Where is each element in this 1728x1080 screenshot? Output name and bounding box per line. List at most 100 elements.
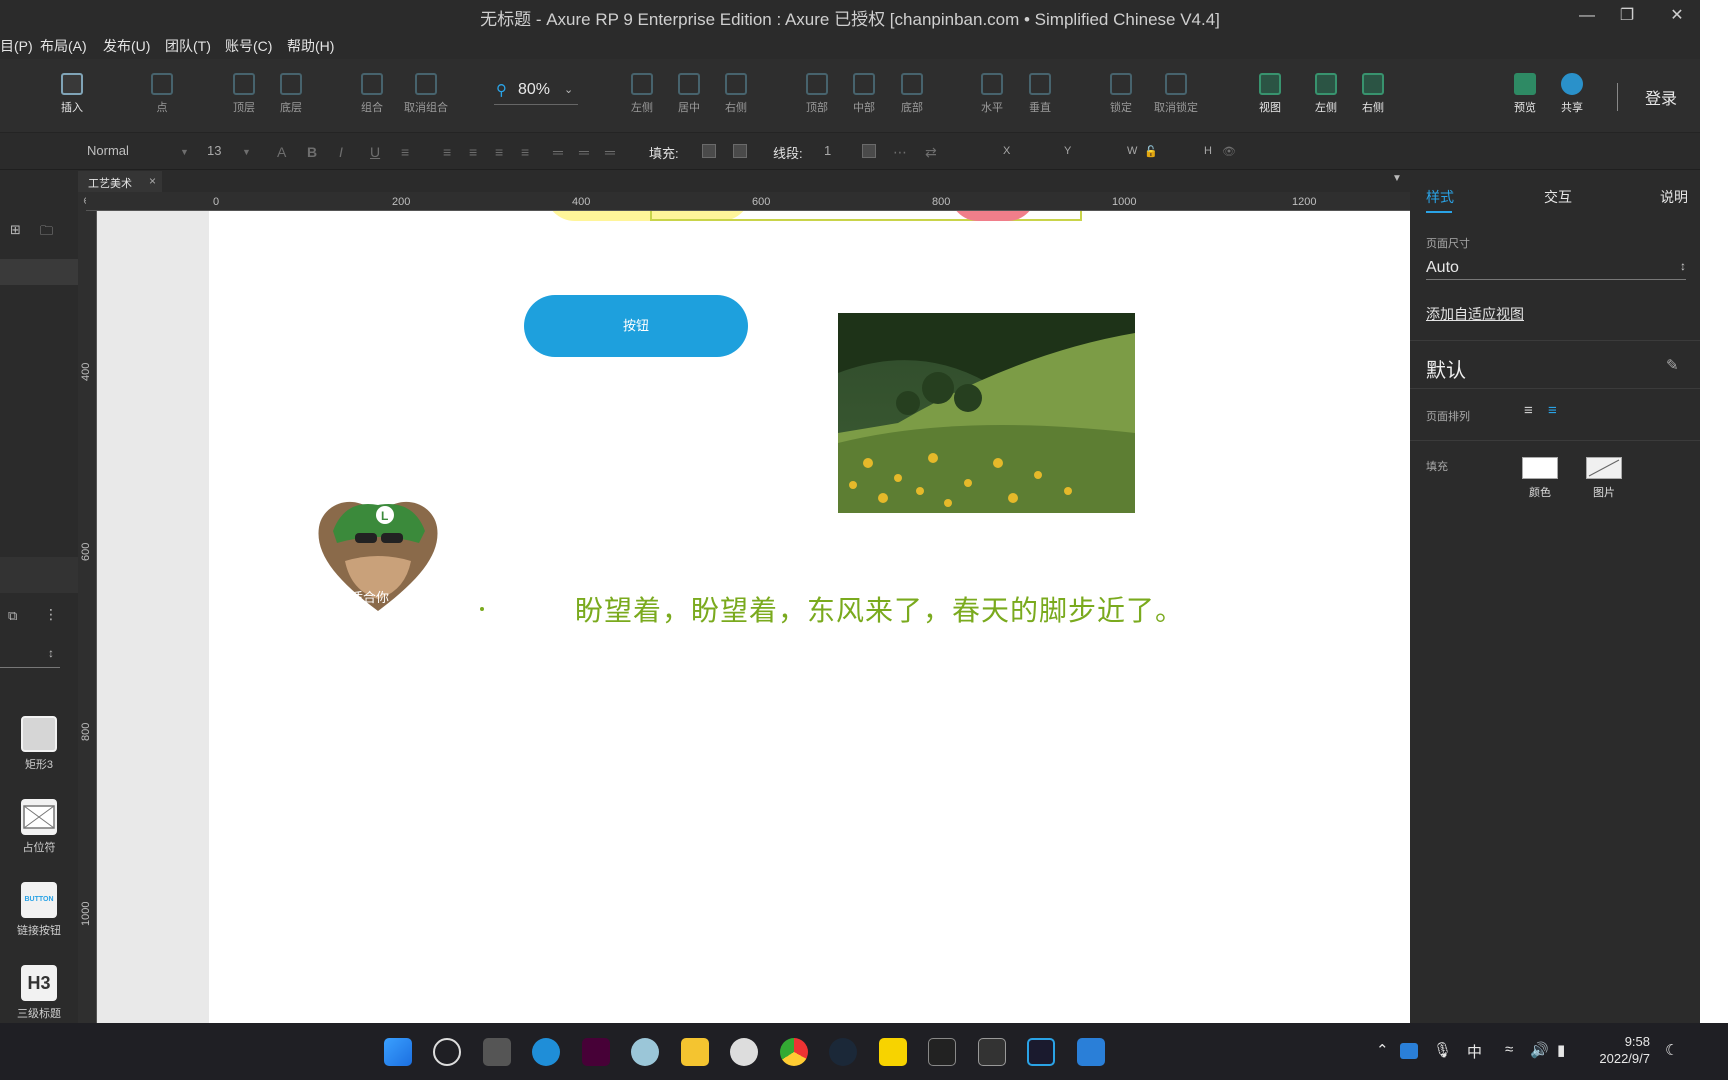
clock[interactable]: 9:58 2022/9/7: [1590, 1033, 1650, 1067]
point-button[interactable]: 点: [134, 73, 190, 115]
group-button[interactable]: 组合: [344, 73, 400, 115]
quote-text[interactable]: 盼望着，盼望着，东风来了，春天的脚步近了。: [575, 589, 1184, 629]
tab-interactions[interactable]: 交互: [1544, 187, 1572, 207]
fill-image-swatch[interactable]: [1586, 457, 1622, 479]
menu-account[interactable]: 账号(C): [225, 36, 272, 56]
file-explorer-icon[interactable]: [681, 1038, 709, 1066]
tray-app-icon[interactable]: [1400, 1043, 1418, 1059]
zoom-select[interactable]: ⚲ 80% ⌄: [494, 81, 578, 105]
unlock-button[interactable]: 取消锁定: [1148, 73, 1204, 115]
login-button[interactable]: 登录: [1645, 85, 1677, 109]
menu-publish[interactable]: 发布(U): [103, 36, 150, 56]
stroke-width-input[interactable]: 1: [824, 143, 831, 158]
style-select[interactable]: Normal: [87, 143, 129, 158]
align-left-icon[interactable]: ≡: [1524, 402, 1533, 419]
library-item-link-button[interactable]: BUTTON 链接按钮: [0, 882, 78, 938]
align-bottom-button[interactable]: 底部: [884, 73, 940, 115]
close-icon[interactable]: ×: [149, 174, 156, 188]
font-size-select[interactable]: 13: [207, 143, 221, 158]
valign-bottom-icon[interactable]: ═: [605, 144, 615, 160]
italic-icon[interactable]: I: [339, 144, 343, 160]
send-to-back-button[interactable]: 底层: [263, 73, 319, 115]
fill-shadow-swatch[interactable]: [733, 144, 747, 158]
settings-icon[interactable]: [631, 1038, 659, 1066]
task-view-icon[interactable]: [483, 1038, 511, 1066]
microphone-icon[interactable]: 🎙: [1433, 1041, 1452, 1059]
axure-icon[interactable]: [1027, 1038, 1055, 1066]
library-item-h3[interactable]: H3 三级标题: [0, 965, 78, 1021]
epic-games-icon[interactable]: [928, 1038, 956, 1066]
y-label: Y: [1064, 145, 1072, 157]
photos-icon[interactable]: [1077, 1038, 1105, 1066]
menu-layout[interactable]: 布局(A): [40, 36, 87, 56]
font-color-icon[interactable]: A: [277, 144, 286, 160]
tab-style[interactable]: 样式: [1426, 187, 1454, 207]
valign-top-icon[interactable]: ═: [553, 144, 563, 160]
restore-icon[interactable]: ❐: [1607, 4, 1647, 28]
distribute-vertical-button[interactable]: 垂直: [1012, 73, 1068, 115]
list-icon[interactable]: ≡: [401, 144, 409, 160]
tray-expand-icon[interactable]: ⌃: [1376, 1041, 1389, 1059]
visibility-icon[interactable]: 👁: [1222, 145, 1236, 158]
minimize-icon[interactable]: —: [1567, 4, 1607, 28]
right-pane-button[interactable]: 右侧: [1345, 73, 1401, 115]
tabs-dropdown-icon[interactable]: ▼: [1392, 173, 1402, 184]
edit-style-icon[interactable]: ✎: [1666, 356, 1679, 374]
edge-icon[interactable]: [532, 1038, 560, 1066]
wps-icon[interactable]: [978, 1038, 1006, 1066]
duplicate-icon[interactable]: ⧉: [8, 608, 17, 624]
close-icon[interactable]: ✕: [1657, 4, 1697, 28]
landscape-image[interactable]: [838, 313, 1135, 513]
design-canvas[interactable]: 按钮 L 挺适合你 盼望着，盼望着，东风来了，春天的脚步近了。: [97, 211, 1410, 1023]
alien-icon[interactable]: [730, 1038, 758, 1066]
stroke-color-swatch[interactable]: [862, 144, 876, 158]
heart-avatar-image[interactable]: L 挺适合你: [315, 491, 441, 617]
more-options-icon[interactable]: ⋮: [44, 606, 58, 623]
valign-middle-icon[interactable]: ═: [579, 144, 589, 160]
xd-icon[interactable]: [582, 1038, 610, 1066]
volume-icon[interactable]: 🔊: [1530, 1041, 1549, 1059]
share-button[interactable]: 共享: [1544, 73, 1600, 115]
wifi-icon[interactable]: ≈: [1505, 1041, 1513, 1058]
menu-team[interactable]: 团队(T): [165, 36, 211, 56]
add-page-icon[interactable]: ⊞: [10, 222, 21, 238]
align-center-icon[interactable]: ≡: [1548, 402, 1557, 419]
ungroup-button[interactable]: 取消组合: [398, 73, 454, 115]
lock-button[interactable]: 锁定: [1093, 73, 1149, 115]
canvas-button[interactable]: 按钮: [524, 295, 748, 357]
view-button[interactable]: 视图: [1242, 73, 1298, 115]
arrow-style-icon[interactable]: ⇄: [925, 144, 937, 161]
menu-project[interactable]: 目(P): [0, 36, 33, 56]
insert-button[interactable]: 插入: [44, 73, 100, 115]
library-item-placeholder[interactable]: 占位符: [0, 799, 78, 855]
tab-notes[interactable]: 说明: [1660, 187, 1688, 207]
ime-indicator[interactable]: 中: [1467, 1041, 1482, 1062]
tab-document[interactable]: 工艺美术 ×: [78, 171, 162, 192]
align-right-button[interactable]: 右侧: [708, 73, 764, 115]
sticky-notes-icon[interactable]: [879, 1038, 907, 1066]
steam-icon[interactable]: [829, 1038, 857, 1066]
bold-icon[interactable]: B: [307, 144, 317, 160]
fill-color-swatch[interactable]: [1522, 457, 1558, 479]
library-item-rectangle[interactable]: 矩形3: [0, 716, 78, 772]
selected-page-row[interactable]: [0, 259, 78, 285]
underline-icon[interactable]: U: [370, 144, 380, 160]
text-align-left-icon[interactable]: ≡: [443, 144, 451, 160]
text-justify-icon[interactable]: ≡: [521, 144, 529, 160]
page-size-select[interactable]: Auto ↕: [1426, 255, 1686, 280]
fill-color-swatch[interactable]: [702, 144, 716, 158]
battery-icon[interactable]: ▮: [1557, 1041, 1565, 1059]
folder-icon[interactable]: 🗀: [40, 222, 53, 244]
chrome-icon[interactable]: [780, 1038, 808, 1066]
lock-ratio-icon[interactable]: 🔓: [1144, 145, 1158, 158]
library-select[interactable]: ↕: [0, 644, 60, 668]
text-align-center-icon[interactable]: ≡: [469, 144, 477, 160]
text-align-right-icon[interactable]: ≡: [495, 144, 503, 160]
windows-start-icon[interactable]: [384, 1038, 412, 1066]
search-icon[interactable]: [433, 1038, 461, 1066]
add-adaptive-view-link[interactable]: 添加自适应视图: [1426, 304, 1524, 324]
notification-icon[interactable]: ☾: [1665, 1041, 1678, 1059]
stroke-pattern-icon[interactable]: ⋯: [893, 144, 907, 161]
menu-help[interactable]: 帮助(H): [287, 36, 334, 56]
align-center-icon: [678, 73, 700, 95]
